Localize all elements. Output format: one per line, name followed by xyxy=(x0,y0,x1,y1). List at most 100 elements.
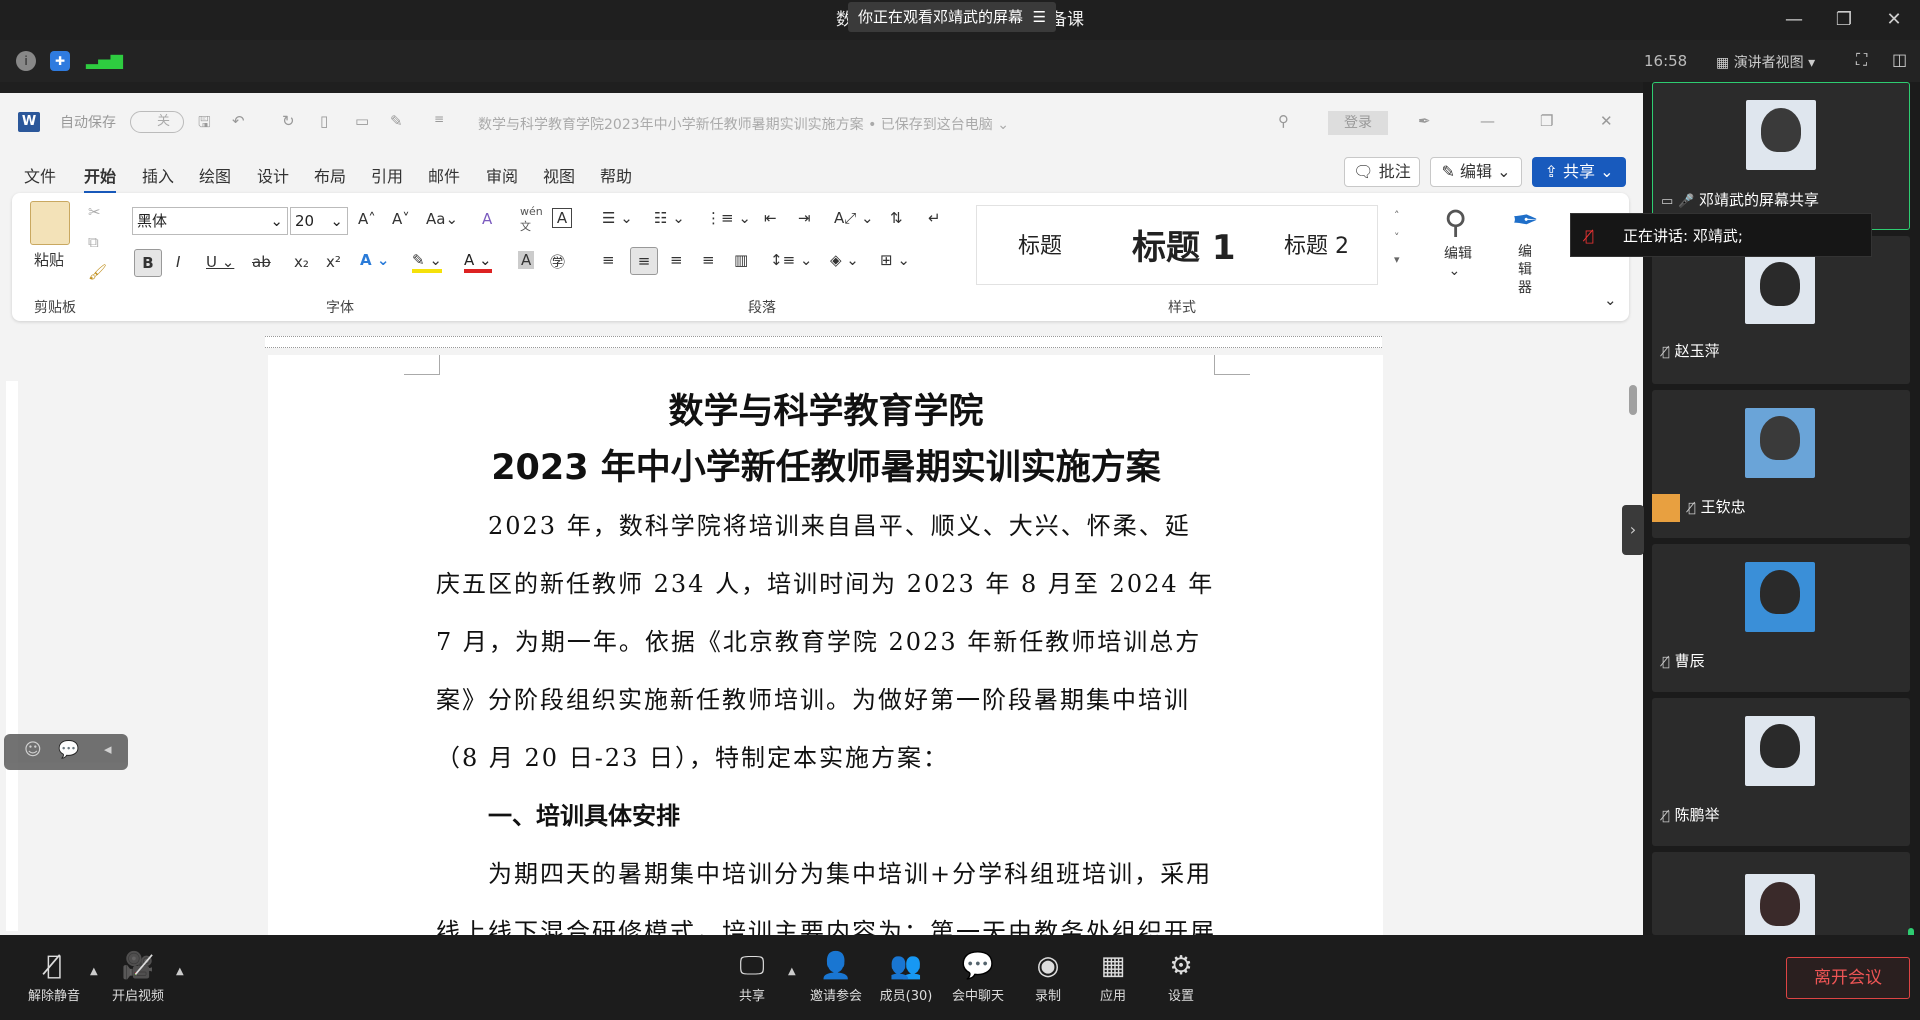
menu-icon[interactable]: ☰ xyxy=(1033,8,1046,26)
comment-button[interactable]: 🗨 批注 xyxy=(1344,157,1420,187)
tab-file[interactable]: 文件 xyxy=(24,163,56,187)
save-icon[interactable]: 🖫 xyxy=(198,112,211,137)
enclose-char-icon[interactable]: ㊫ xyxy=(550,251,565,272)
show-marks-icon[interactable]: ↵ xyxy=(928,209,941,227)
participant-tile[interactable]: ▭ 🎤 邓靖武的屏幕共享 xyxy=(1652,82,1910,230)
layout-icon[interactable]: ◫ xyxy=(1892,50,1907,69)
decrease-indent-icon[interactable]: ⇤ xyxy=(764,209,777,227)
participant-tile[interactable] xyxy=(1652,852,1910,935)
shrink-font-icon[interactable]: A˅ xyxy=(392,210,410,228)
tab-design[interactable]: 设计 xyxy=(257,163,289,187)
increase-indent-icon[interactable]: ⇥ xyxy=(798,209,811,227)
tab-home[interactable]: 开始 xyxy=(84,163,117,194)
audio-options-icon[interactable]: ▲ xyxy=(90,966,98,977)
editing-button[interactable]: 编辑 ⌄ xyxy=(1444,243,1472,279)
start-video-button[interactable]: 🎥̸ 开启视频 xyxy=(98,950,178,1004)
document-title[interactable]: 数学与科学教育学院2023年中小学新任教师暑期实训实施方案 • 已保存到这台电脑… xyxy=(478,114,1009,134)
leave-meeting-button[interactable]: 离开会议 xyxy=(1786,957,1910,999)
clear-format-icon[interactable]: A xyxy=(482,210,492,228)
share-button[interactable]: 🖵 共享 xyxy=(712,950,792,1004)
superscript-button[interactable]: x² xyxy=(326,253,341,271)
phonetic-guide-icon[interactable]: wén 文 xyxy=(520,205,543,234)
video-options-icon[interactable]: ▲ xyxy=(176,966,184,977)
login-button[interactable]: 登录 xyxy=(1328,111,1388,135)
styles-scroll-icon[interactable]: ˄ ˅ ▾ xyxy=(1394,205,1400,271)
shield-icon[interactable]: ✚ xyxy=(50,51,70,71)
char-shading-icon[interactable]: A xyxy=(518,251,535,269)
share-options-icon[interactable]: ▲ xyxy=(788,966,796,977)
paste-button[interactable]: 粘贴 xyxy=(34,249,64,270)
edit-mode-button[interactable]: ✎ 编辑 ⌄ xyxy=(1430,157,1522,187)
invite-button[interactable]: 👤 邀请参会 xyxy=(796,950,876,1004)
style-title[interactable]: 标题 xyxy=(1018,228,1062,260)
find-icon[interactable]: ⚲ xyxy=(1444,203,1467,241)
highlight-icon[interactable]: ✎ ⌄ xyxy=(412,251,442,273)
bold-button[interactable]: B xyxy=(134,249,162,277)
char-border-icon[interactable]: A xyxy=(552,208,572,228)
autosave-toggle[interactable]: 关 xyxy=(130,111,184,133)
minimize-button[interactable]: — xyxy=(1774,6,1814,34)
tab-mailings[interactable]: 邮件 xyxy=(428,163,460,187)
strikethrough-button[interactable]: ab xyxy=(252,253,271,271)
panel-collapse-button[interactable]: › xyxy=(1622,505,1644,555)
search-icon[interactable]: ⚲ xyxy=(1278,112,1289,130)
word-share-button[interactable]: ⇪ 共享 ⌄ xyxy=(1532,157,1626,187)
document-page[interactable]: 数学与科学教育学院 2023 年中小学新任教师暑期实训实施方案 2023 年，数… xyxy=(268,355,1383,935)
ribbon-collapse-icon[interactable]: ⌄ xyxy=(1604,291,1617,309)
change-case-icon[interactable]: Aa⌄ xyxy=(426,210,458,228)
font-color-icon[interactable]: A ⌄ xyxy=(464,251,492,273)
text-effects-icon[interactable]: A ⌄ xyxy=(360,251,389,269)
fullscreen-icon[interactable]: ⛶ xyxy=(1856,50,1867,70)
underline-button[interactable]: U ⌄ xyxy=(206,253,234,271)
tab-draw[interactable]: 绘图 xyxy=(199,163,231,187)
signal-icon[interactable]: ▂▄▆ xyxy=(86,50,123,69)
borders-icon[interactable]: ⊞ ⌄ xyxy=(880,251,910,269)
paste-icon[interactable] xyxy=(30,201,70,245)
distributed-icon[interactable]: ▥ xyxy=(734,251,748,269)
new-doc-icon[interactable]: ▯ xyxy=(320,112,328,130)
scrollbar-thumb[interactable] xyxy=(1629,385,1637,415)
align-right-icon[interactable]: ≡ xyxy=(670,251,683,269)
tab-review[interactable]: 审阅 xyxy=(486,163,518,187)
tab-references[interactable]: 引用 xyxy=(371,163,403,187)
align-center-icon[interactable]: ≡ xyxy=(630,247,658,275)
tab-view[interactable]: 视图 xyxy=(543,163,575,187)
tab-insert[interactable]: 插入 xyxy=(142,163,174,187)
grow-font-icon[interactable]: A˄ xyxy=(358,210,376,228)
edit-icon[interactable]: ✎ xyxy=(390,112,403,130)
tab-help[interactable]: 帮助 xyxy=(600,163,632,187)
chat-bubble-icon[interactable]: 💬 xyxy=(58,740,79,760)
numbering-icon[interactable]: ☷ ⌄ xyxy=(654,209,685,227)
copy-icon[interactable]: ⧉ xyxy=(88,233,99,251)
format-painter-icon[interactable]: 🖌 xyxy=(88,263,107,281)
settings-button[interactable]: ⚙ 设置 xyxy=(1141,950,1221,1004)
participant-tile[interactable]: 🎙̸ 王钦忠 xyxy=(1652,390,1910,538)
font-size-select[interactable]: 20 ⌄ xyxy=(290,207,348,235)
participant-tile[interactable]: 🎙̸ 赵玉萍 xyxy=(1652,236,1910,384)
tab-layout[interactable]: 布局 xyxy=(314,163,346,187)
chat-button[interactable]: 💬 会中聊天 xyxy=(938,950,1018,1004)
bullets-icon[interactable]: ☰ ⌄ xyxy=(602,209,633,227)
text-direction-icon[interactable]: A⤢ ⌄ xyxy=(834,209,874,227)
collapse-left-icon[interactable]: ◂ xyxy=(104,740,112,758)
style-heading-1[interactable]: 标题 1 xyxy=(1132,220,1236,269)
members-button[interactable]: 👥 成员(30) xyxy=(866,950,946,1004)
line-spacing-icon[interactable]: ↕≡ ⌄ xyxy=(770,251,812,269)
undo-icon[interactable]: ↶ xyxy=(232,112,245,130)
screen-share-banner[interactable]: 你正在观看邓靖武的屏幕 ☰ xyxy=(848,2,1057,32)
restore-button[interactable]: ❐ xyxy=(1824,6,1864,34)
style-heading-2[interactable]: 标题 2 xyxy=(1284,228,1349,260)
unmute-button[interactable]: 🎙̸ 解除静音 xyxy=(14,950,94,1004)
italic-button[interactable]: I xyxy=(176,253,180,271)
align-left-icon[interactable]: ≡ xyxy=(602,251,615,269)
document-scrollbar[interactable] xyxy=(1625,355,1643,935)
emoji-icon[interactable]: ☺ xyxy=(24,740,42,760)
word-close-icon[interactable]: ✕ xyxy=(1600,112,1613,130)
sort-icon[interactable]: ⇅ xyxy=(890,209,903,227)
cut-icon[interactable]: ✂ xyxy=(88,203,101,221)
font-name-select[interactable]: 黑体 ⌄ xyxy=(132,207,288,235)
justify-icon[interactable]: ≡ xyxy=(702,251,715,269)
view-mode-button[interactable]: ▦ 演讲者视图 ▾ xyxy=(1716,52,1815,72)
document-body[interactable]: 数学与科学教育学院 2023 年中小学新任教师暑期实训实施方案 2023 年，数… xyxy=(436,383,1216,935)
customize-icon[interactable]: ≡ xyxy=(434,112,444,126)
